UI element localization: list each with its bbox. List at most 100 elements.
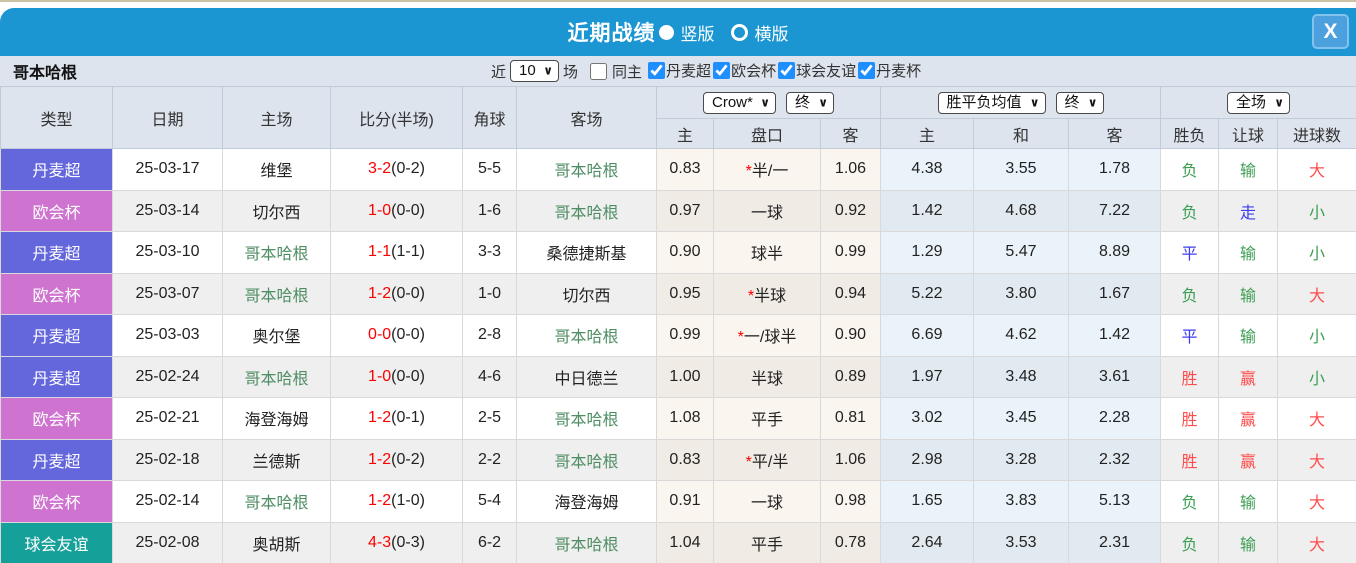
bookmaker-header-group: Crow* 终 bbox=[656, 86, 881, 119]
result-handicap: 赢 bbox=[1218, 438, 1279, 481]
avg-draw-odds: 3.45 bbox=[973, 397, 1069, 440]
avg-lose-odds: 2.28 bbox=[1067, 397, 1162, 440]
away-team: 哥本哈根 bbox=[516, 314, 657, 357]
avg-lose-odds: 7.22 bbox=[1067, 189, 1162, 232]
avg-win-odds: 2.64 bbox=[880, 521, 974, 563]
league-filter-checkbox[interactable] bbox=[713, 61, 731, 79]
score-cell: 1-2(0-1) bbox=[330, 397, 463, 440]
result-goals: 大 bbox=[1277, 480, 1356, 523]
avg-lose-odds: 2.31 bbox=[1067, 521, 1162, 563]
crown-home-odds: 1.08 bbox=[656, 397, 714, 440]
result-goals: 小 bbox=[1277, 231, 1356, 274]
date-cell: 25-03-10 bbox=[112, 231, 223, 274]
avg-period-select-wrap: 终 bbox=[1055, 91, 1104, 114]
avg-win-odds: 2.98 bbox=[880, 438, 974, 481]
same-home-checkbox[interactable] bbox=[590, 62, 608, 80]
avg-lose-odds: 5.13 bbox=[1067, 480, 1162, 523]
league-filter: 丹麦超 bbox=[646, 60, 711, 81]
league-badge: 丹麦超 bbox=[0, 355, 113, 398]
result-wdl: 胜 bbox=[1160, 355, 1220, 398]
modal-titlebar: 近期战绩 竖版 横版 X bbox=[0, 8, 1356, 56]
crown-away-odds: 0.90 bbox=[820, 314, 881, 357]
avg-lose-odds: 1.78 bbox=[1067, 148, 1162, 191]
horizontal-layout-option[interactable]: 横版 bbox=[755, 20, 789, 45]
scope-header-group: 全场 bbox=[1160, 86, 1356, 119]
col-header-score: 比分(半场) bbox=[330, 86, 463, 149]
league-badge: 球会友谊 bbox=[0, 521, 113, 563]
filter-controls: 近 10 场 同主 丹麦超欧会杯球会友谊丹麦杯 bbox=[487, 60, 921, 83]
result-handicap: 赢 bbox=[1218, 355, 1279, 398]
result-handicap: 输 bbox=[1218, 521, 1279, 563]
league-filter-checkbox[interactable] bbox=[858, 61, 876, 79]
table-row: 欧会杯 25-02-14 哥本哈根 1-2(1-0) 5-4 海登海姆 0.91 一球 0.98… bbox=[0, 480, 1356, 523]
same-home-label: 同主 bbox=[612, 63, 643, 81]
table-row: 丹麦超 25-03-10 哥本哈根 1-1(1-1) 3-3 桑德捷斯基 0.90 球半 0.9… bbox=[0, 231, 1356, 274]
league-badge: 欧会杯 bbox=[0, 189, 113, 232]
avg-period-select[interactable]: 终 bbox=[1056, 92, 1103, 113]
avg-win-odds: 1.42 bbox=[880, 189, 974, 232]
away-team: 哥本哈根 bbox=[516, 189, 657, 232]
home-team: 兰德斯 bbox=[222, 438, 331, 481]
subheader-result-goals: 进球数 bbox=[1277, 118, 1356, 149]
col-header-corner: 角球 bbox=[462, 86, 517, 149]
avg-win-odds: 6.69 bbox=[880, 314, 974, 357]
crown-home-odds: 0.83 bbox=[656, 438, 714, 481]
corner-cell: 1-6 bbox=[462, 189, 517, 232]
vertical-layout-option[interactable]: 竖版 bbox=[681, 20, 715, 45]
corner-cell: 2-5 bbox=[462, 397, 517, 440]
col-header-type: 类型 bbox=[0, 86, 113, 149]
away-team: 哥本哈根 bbox=[516, 438, 657, 481]
avg-draw-odds: 4.68 bbox=[973, 189, 1069, 232]
result-wdl: 负 bbox=[1160, 521, 1220, 563]
corner-cell: 2-8 bbox=[462, 314, 517, 357]
result-wdl: 平 bbox=[1160, 314, 1220, 357]
score-cell: 1-2(1-0) bbox=[330, 480, 463, 523]
avg-lose-odds: 1.42 bbox=[1067, 314, 1162, 357]
score-cell: 1-2(0-2) bbox=[330, 438, 463, 481]
avg-win-odds: 1.29 bbox=[880, 231, 974, 274]
league-filter-checkbox[interactable] bbox=[778, 61, 796, 79]
close-icon[interactable]: X bbox=[1312, 14, 1349, 49]
table-row: 丹麦超 25-02-18 兰德斯 1-2(0-2) 2-2 哥本哈根 0.83 *平/半 1.0… bbox=[0, 438, 1356, 481]
league-filter-label[interactable]: 丹麦杯 bbox=[876, 60, 921, 81]
bookmaker-period-select[interactable]: 终 bbox=[787, 92, 833, 113]
league-filter-label[interactable]: 球会友谊 bbox=[796, 60, 856, 81]
league-badge: 欧会杯 bbox=[0, 397, 113, 440]
subheader-result-wdl: 胜负 bbox=[1160, 118, 1220, 149]
avg-draw-odds: 3.55 bbox=[973, 148, 1069, 191]
crown-home-odds: 0.91 bbox=[656, 480, 714, 523]
date-cell: 25-02-14 bbox=[112, 480, 223, 523]
league-filter-label[interactable]: 丹麦超 bbox=[666, 60, 711, 81]
avg-draw-odds: 4.62 bbox=[973, 314, 1069, 357]
recent-count-select[interactable]: 10 bbox=[511, 61, 559, 81]
handicap-cell: *平/半 bbox=[713, 438, 821, 481]
horizontal-layout-radio-icon[interactable] bbox=[730, 23, 748, 41]
league-filter: 丹麦杯 bbox=[856, 60, 921, 81]
crown-away-odds: 0.99 bbox=[820, 231, 881, 274]
home-team: 哥本哈根 bbox=[222, 480, 331, 523]
matches-label: 场 bbox=[563, 63, 579, 81]
score-cell: 1-0(0-0) bbox=[330, 189, 463, 232]
vertical-layout-radio-icon[interactable] bbox=[658, 24, 674, 40]
recent-label: 近 bbox=[491, 63, 507, 81]
bookmaker-select[interactable]: Crow* bbox=[704, 92, 775, 113]
away-team: 桑德捷斯基 bbox=[516, 231, 657, 274]
table-row: 丹麦超 25-02-24 哥本哈根 1-0(0-0) 4-6 中日德兰 1.00 半球 0.89… bbox=[0, 355, 1356, 398]
home-team: 维堡 bbox=[222, 148, 331, 191]
crown-home-odds: 1.04 bbox=[656, 521, 714, 563]
scope-select[interactable]: 全场 bbox=[1228, 92, 1290, 113]
crown-away-odds: 0.92 bbox=[820, 189, 881, 232]
handicap-cell: 平手 bbox=[713, 397, 821, 440]
league-filter-label[interactable]: 欧会杯 bbox=[731, 60, 776, 81]
table-row: 欧会杯 25-02-21 海登海姆 1-2(0-1) 2-5 哥本哈根 1.08 平手 0.81… bbox=[0, 397, 1356, 440]
team-name: 哥本哈根 bbox=[13, 65, 78, 82]
recent-results-modal: 近期战绩 竖版 横版 X 哥本哈根 近 10 场 同主 丹麦超欧会杯球会友谊丹麦… bbox=[0, 0, 1356, 563]
avg-odds-select[interactable]: 胜平负均值 bbox=[938, 92, 1045, 113]
league-badge: 欧会杯 bbox=[0, 272, 113, 315]
table-row: 欧会杯 25-03-14 切尔西 1-0(0-0) 1-6 哥本哈根 0.97 一球 0.92 1… bbox=[0, 189, 1356, 232]
league-filter-checkbox[interactable] bbox=[648, 61, 666, 79]
avg-odds-header-group: 胜平负均值 终 bbox=[879, 86, 1162, 119]
bookmaker-period-select-wrap: 终 bbox=[786, 91, 834, 114]
handicap-cell: *一/球半 bbox=[713, 314, 821, 357]
col-header-away: 客场 bbox=[516, 86, 657, 149]
